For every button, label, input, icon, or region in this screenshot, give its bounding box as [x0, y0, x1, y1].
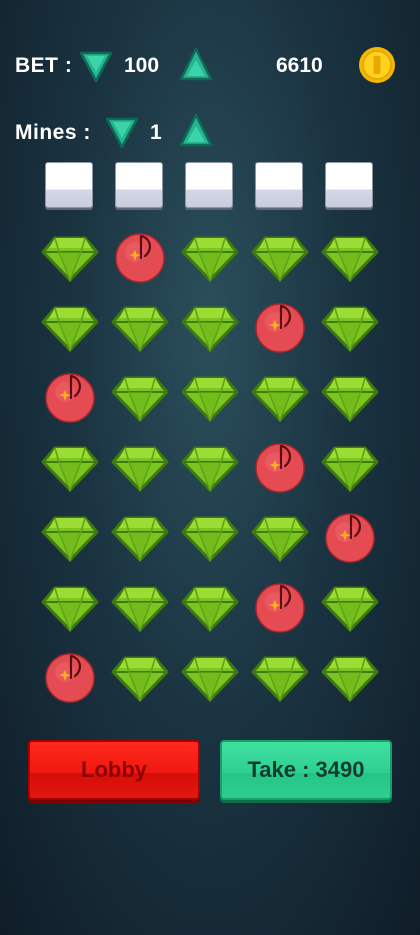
- gem-icon: [41, 236, 99, 283]
- gem-tile[interactable]: [105, 642, 175, 712]
- gem-tile[interactable]: [315, 292, 385, 362]
- bet-decrease-arrow-icon[interactable]: [78, 48, 114, 84]
- gem-icon: [41, 516, 99, 563]
- gem-tile[interactable]: [35, 432, 105, 502]
- gem-icon: [251, 656, 309, 703]
- gem-icon: [181, 516, 239, 563]
- gem-icon: [41, 306, 99, 353]
- reveal-slot: [255, 162, 303, 208]
- reveal-slots: [0, 162, 420, 210]
- gem-icon: [111, 376, 169, 423]
- gem-tile[interactable]: [315, 642, 385, 712]
- gem-tile[interactable]: [35, 292, 105, 362]
- gem-icon: [251, 236, 309, 283]
- mine-tile[interactable]: [35, 362, 105, 432]
- mines-increase-arrow-icon[interactable]: [178, 112, 214, 148]
- gem-icon: [321, 586, 379, 633]
- take-button[interactable]: Take : 3490: [220, 740, 392, 800]
- mines-grid: [0, 222, 420, 712]
- gem-tile[interactable]: [315, 572, 385, 642]
- gem-tile[interactable]: [175, 572, 245, 642]
- gem-icon: [41, 446, 99, 493]
- gem-icon: [181, 236, 239, 283]
- bomb-icon: [45, 373, 95, 423]
- gem-tile[interactable]: [105, 502, 175, 572]
- gem-tile[interactable]: [315, 432, 385, 502]
- mine-tile[interactable]: [105, 222, 175, 292]
- bomb-icon: [45, 653, 95, 703]
- gem-tile[interactable]: [315, 222, 385, 292]
- gem-icon: [181, 446, 239, 493]
- gem-tile[interactable]: [105, 572, 175, 642]
- bomb-icon: [115, 233, 165, 283]
- gem-icon: [321, 376, 379, 423]
- mine-tile[interactable]: [35, 642, 105, 712]
- gem-tile[interactable]: [175, 432, 245, 502]
- gem-tile[interactable]: [245, 362, 315, 432]
- gem-tile[interactable]: [35, 572, 105, 642]
- gem-icon: [111, 586, 169, 633]
- gem-icon: [321, 656, 379, 703]
- mines-label: Mines :: [15, 121, 91, 144]
- gem-tile[interactable]: [175, 222, 245, 292]
- gem-icon: [41, 586, 99, 633]
- gem-tile[interactable]: [105, 432, 175, 502]
- reveal-slot: [185, 162, 233, 208]
- mines-row: Mines : 1: [0, 112, 420, 152]
- gem-icon: [181, 586, 239, 633]
- mine-tile[interactable]: [245, 292, 315, 362]
- mines-decrease-arrow-icon[interactable]: [104, 114, 140, 150]
- reveal-slot: [115, 162, 163, 208]
- gem-icon: [181, 656, 239, 703]
- gem-icon: [111, 446, 169, 493]
- coin-icon: [358, 46, 396, 89]
- gem-tile[interactable]: [175, 502, 245, 572]
- gem-icon: [321, 306, 379, 353]
- bomb-icon: [255, 443, 305, 493]
- gem-tile[interactable]: [35, 502, 105, 572]
- gem-icon: [321, 446, 379, 493]
- gem-icon: [111, 516, 169, 563]
- bet-row: BET : 100 6610: [0, 46, 420, 86]
- bomb-icon: [255, 583, 305, 633]
- gem-tile[interactable]: [105, 362, 175, 432]
- gem-icon: [181, 306, 239, 353]
- gem-icon: [251, 516, 309, 563]
- gem-tile[interactable]: [175, 292, 245, 362]
- gem-tile[interactable]: [315, 362, 385, 432]
- gem-tile[interactable]: [35, 222, 105, 292]
- gem-icon: [251, 376, 309, 423]
- gem-tile[interactable]: [245, 502, 315, 572]
- reveal-slot: [325, 162, 373, 208]
- mines-value: 1: [150, 121, 162, 144]
- balance-value: 6610: [276, 54, 323, 77]
- gem-tile[interactable]: [175, 362, 245, 432]
- bet-increase-arrow-icon[interactable]: [178, 46, 214, 82]
- gem-icon: [111, 656, 169, 703]
- bet-label: BET :: [15, 54, 73, 77]
- gem-tile[interactable]: [245, 642, 315, 712]
- mine-tile[interactable]: [315, 502, 385, 572]
- gem-tile[interactable]: [105, 292, 175, 362]
- gem-icon: [111, 306, 169, 353]
- gem-tile[interactable]: [245, 222, 315, 292]
- bomb-icon: [325, 513, 375, 563]
- bet-value: 100: [124, 54, 160, 77]
- reveal-slot: [45, 162, 93, 208]
- bomb-icon: [255, 303, 305, 353]
- gem-icon: [181, 376, 239, 423]
- mine-tile[interactable]: [245, 572, 315, 642]
- gem-icon: [321, 236, 379, 283]
- gem-tile[interactable]: [175, 642, 245, 712]
- mine-tile[interactable]: [245, 432, 315, 502]
- lobby-button[interactable]: Lobby: [28, 740, 200, 800]
